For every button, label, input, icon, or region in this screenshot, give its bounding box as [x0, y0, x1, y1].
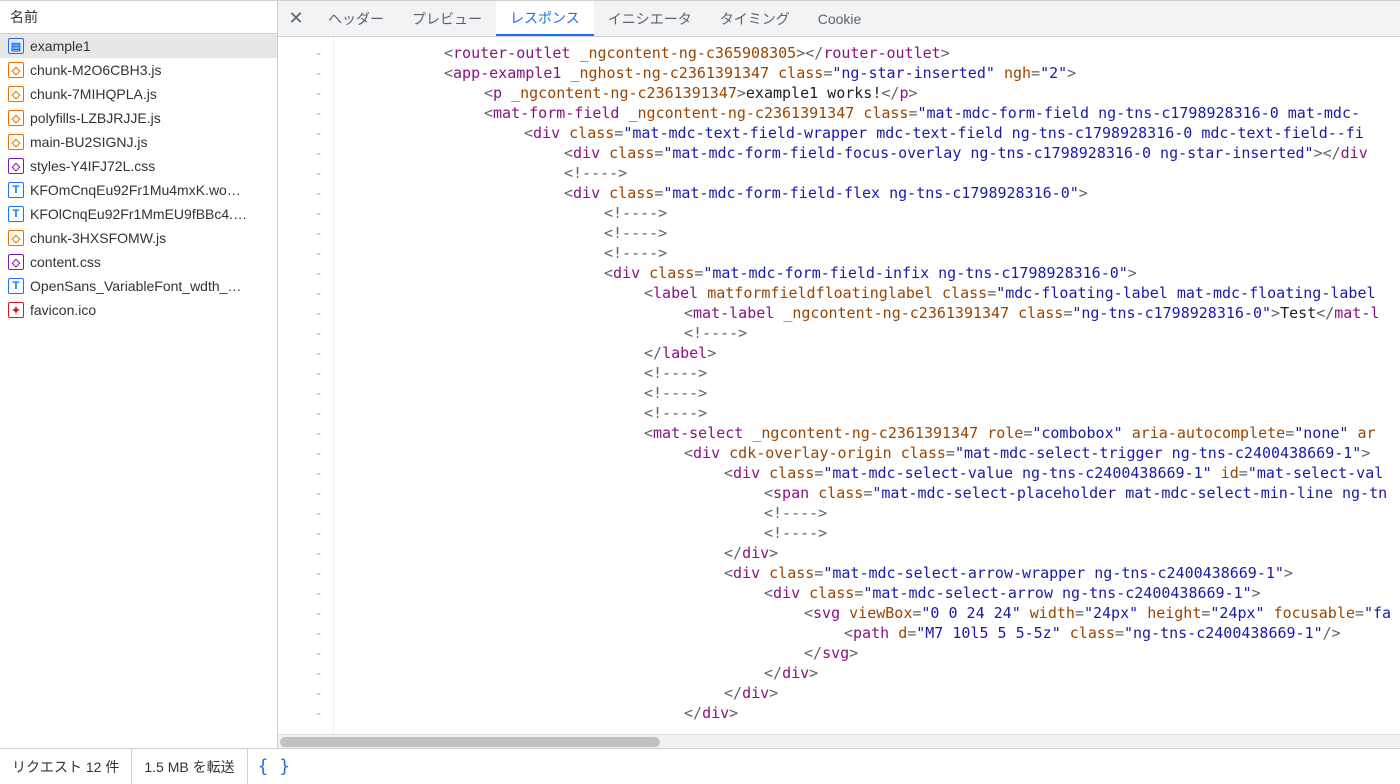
sidebar-header: 名前	[0, 1, 277, 34]
file-type-icon: ◇	[8, 62, 24, 78]
file-item[interactable]: ◇ chunk-M2O6CBH3.js	[0, 58, 277, 82]
file-name: styles-Y4IFJ72L.css	[30, 158, 155, 174]
file-item[interactable]: ▤ example1	[0, 34, 277, 58]
file-item[interactable]: ✦ favicon.ico	[0, 298, 277, 322]
file-name: content.css	[30, 254, 101, 270]
file-item[interactable]: ◇ content.css	[0, 250, 277, 274]
file-name: polyfills-LZBJRJJE.js	[30, 110, 161, 126]
file-name: chunk-M2O6CBH3.js	[30, 62, 162, 78]
close-panel-button[interactable]: ✕	[278, 1, 314, 36]
code-content: <router-outlet _ngcontent-ng-c365908305>…	[334, 37, 1400, 729]
close-icon: ✕	[288, 8, 303, 29]
file-type-icon: ▤	[8, 38, 24, 54]
tab[interactable]: プレビュー	[398, 1, 496, 36]
tab[interactable]: イニシエータ	[594, 1, 706, 36]
tabbar: ✕ ヘッダープレビューレスポンスイニシエータタイミングCookie	[278, 1, 1400, 37]
file-type-icon: ✦	[8, 302, 24, 318]
file-type-icon: ◇	[8, 158, 24, 174]
file-type-icon: T	[8, 206, 24, 222]
file-name: OpenSans_VariableFont_wdth_…	[30, 278, 241, 294]
response-source-view[interactable]: ---------------------------------- <rout…	[278, 37, 1400, 734]
file-type-icon: ◇	[8, 110, 24, 126]
code-scroll[interactable]: <router-outlet _ngcontent-ng-c365908305>…	[334, 37, 1400, 734]
file-type-icon: ◇	[8, 230, 24, 246]
file-type-icon: ◇	[8, 134, 24, 150]
file-type-icon: T	[8, 278, 24, 294]
file-item[interactable]: ◇ main-BU2SIGNJ.js	[0, 130, 277, 154]
status-requests: リクエスト 12 件	[0, 749, 132, 784]
tab[interactable]: ヘッダー	[314, 1, 398, 36]
pretty-print-button[interactable]: { }	[248, 756, 301, 777]
line-gutter: ----------------------------------	[278, 37, 334, 734]
file-name: favicon.ico	[30, 302, 96, 318]
file-name: KFOmCnqEu92Fr1Mu4mxK.wo…	[30, 182, 241, 198]
file-item[interactable]: T KFOmCnqEu92Fr1Mu4mxK.wo…	[0, 178, 277, 202]
file-type-icon: ◇	[8, 86, 24, 102]
tab[interactable]: タイミング	[706, 1, 804, 36]
network-sidebar: 名前 ▤ example1 ◇ chunk-M2O6CBH3.js ◇ chunk-7MI…	[0, 1, 278, 748]
file-type-icon: ◇	[8, 254, 24, 270]
file-item[interactable]: ◇ chunk-3HXSFOMW.js	[0, 226, 277, 250]
file-item[interactable]: ◇ styles-Y4IFJ72L.css	[0, 154, 277, 178]
file-name: main-BU2SIGNJ.js	[30, 134, 147, 150]
file-type-icon: T	[8, 182, 24, 198]
status-bar: リクエスト 12 件 1.5 MB を転送 { }	[0, 748, 1400, 784]
status-transfer: 1.5 MB を転送	[132, 749, 247, 784]
file-name: example1	[30, 38, 91, 54]
horizontal-scrollbar[interactable]	[278, 734, 1400, 748]
response-panel: ✕ ヘッダープレビューレスポンスイニシエータタイミングCookie ------…	[278, 1, 1400, 748]
file-item[interactable]: ◇ chunk-7MIHQPLA.js	[0, 82, 277, 106]
scrollbar-thumb[interactable]	[280, 737, 660, 747]
file-item[interactable]: ◇ polyfills-LZBJRJJE.js	[0, 106, 277, 130]
file-list[interactable]: ▤ example1 ◇ chunk-M2O6CBH3.js ◇ chunk-7MIHQP…	[0, 34, 277, 748]
tab[interactable]: Cookie	[804, 1, 876, 36]
file-item[interactable]: T KFOlCnqEu92Fr1MmEU9fBBc4.…	[0, 202, 277, 226]
file-name: chunk-7MIHQPLA.js	[30, 86, 157, 102]
file-item[interactable]: T OpenSans_VariableFont_wdth_…	[0, 274, 277, 298]
file-name: KFOlCnqEu92Fr1MmEU9fBBc4.…	[30, 206, 247, 222]
tab[interactable]: レスポンス	[496, 1, 594, 36]
file-name: chunk-3HXSFOMW.js	[30, 230, 166, 246]
